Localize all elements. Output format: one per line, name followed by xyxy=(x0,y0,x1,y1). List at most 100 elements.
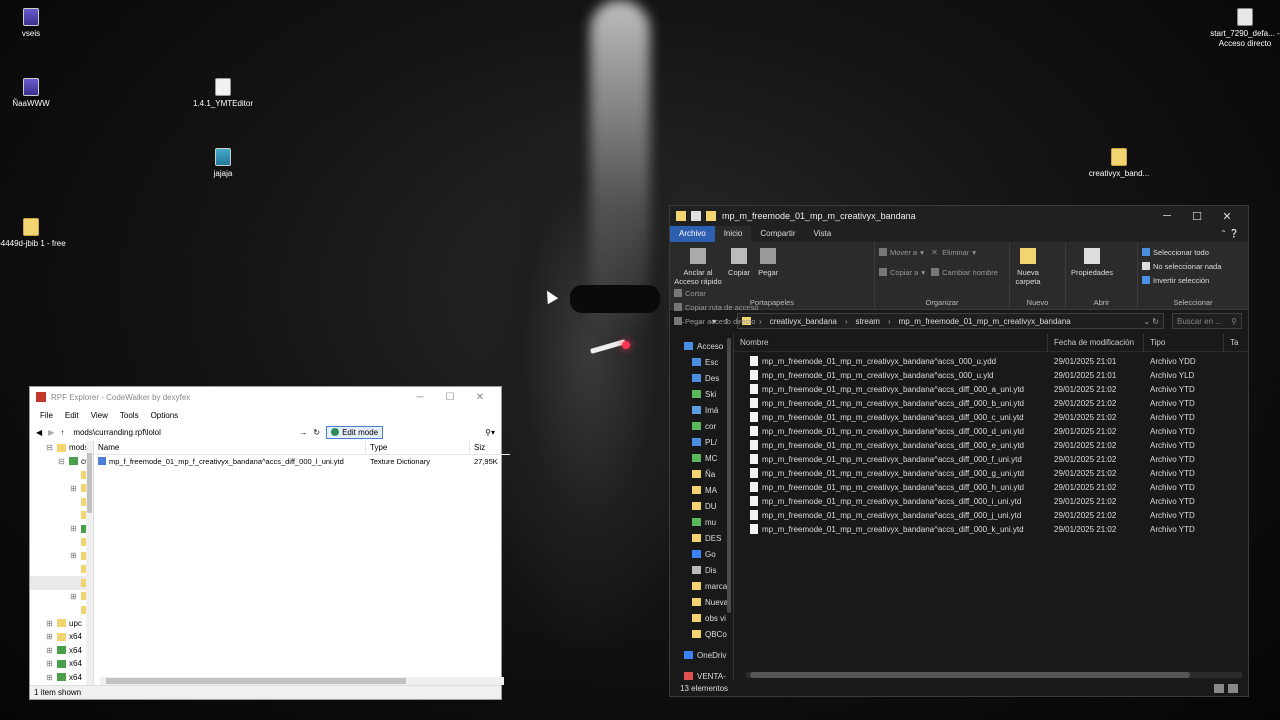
breadcrumb-segment[interactable]: mp_m_freemode_01_mp_m_creativyx_bandana xyxy=(899,317,1071,326)
column-header-size[interactable]: Ta xyxy=(1224,334,1244,352)
nav-item[interactable]: Imá xyxy=(670,402,733,418)
file-explorer-window[interactable]: mp_m_freemode_01_mp_m_creativyx_bandana … xyxy=(669,205,1249,697)
desktop-icon[interactable]: ÑaaWWW xyxy=(0,78,66,109)
back-button[interactable]: ◀ xyxy=(36,428,42,437)
horizontal-scrollbar[interactable] xyxy=(100,677,504,685)
new-folder-button[interactable]: Nueva carpeta xyxy=(1014,245,1042,286)
menu-edit[interactable]: Edit xyxy=(59,411,85,420)
expand-toggle-icon[interactable]: ⊞ xyxy=(46,659,54,668)
tree-node[interactable] xyxy=(30,576,93,590)
refresh-icon[interactable]: ↻ xyxy=(313,428,320,437)
maximize-button[interactable]: ☐ xyxy=(435,392,465,403)
expand-toggle-icon[interactable]: ⊞ xyxy=(46,646,54,655)
minimize-button[interactable]: ─ xyxy=(405,392,435,403)
expand-toggle-icon[interactable]: ⊞ xyxy=(70,551,78,560)
expand-toggle-icon[interactable]: ⊞ xyxy=(70,484,78,493)
nav-item[interactable]: Go xyxy=(670,546,733,562)
tree-node[interactable]: ⊞ x64 xyxy=(30,644,93,658)
file-row[interactable]: mp_f_freemode_01_mp_f_creativyx_bandana^… xyxy=(94,455,510,467)
codewalker-window[interactable]: RPF Explorer - CodeWalker by dexyfex ─ ☐… xyxy=(29,386,510,700)
nav-item[interactable]: Ña xyxy=(670,466,733,482)
file-row[interactable]: mp_m_freemode_01_mp_m_creativyx_bandana^… xyxy=(734,466,1248,480)
navigation-scrollbar[interactable] xyxy=(727,338,731,613)
scrollbar-thumb[interactable] xyxy=(106,678,406,684)
details-view-icon[interactable] xyxy=(1214,683,1224,693)
menu-view[interactable]: View xyxy=(85,411,114,420)
column-header-type[interactable]: Type xyxy=(366,440,470,455)
tree-node[interactable]: ⊟ mods xyxy=(30,441,93,455)
nav-item[interactable]: QBCo xyxy=(670,626,733,642)
file-row[interactable]: mp_m_freemode_01_mp_m_creativyx_bandana^… xyxy=(734,522,1248,536)
nav-item[interactable]: Nueva xyxy=(670,594,733,610)
file-row[interactable]: mp_m_freemode_01_mp_m_creativyx_bandana^… xyxy=(734,494,1248,508)
tree-node[interactable]: ⊞ x64 xyxy=(30,657,93,671)
help-icon[interactable]: ⌃ ❔ xyxy=(1211,226,1248,242)
menu-options[interactable]: Options xyxy=(145,411,185,420)
desktop-icon[interactable]: 1.4.1_YMTEditor xyxy=(188,78,258,109)
file-row[interactable]: mp_m_freemode_01_mp_m_creativyx_bandana^… xyxy=(734,424,1248,438)
expand-toggle-icon[interactable]: ⊞ xyxy=(70,524,78,533)
menu-file[interactable]: File xyxy=(34,411,59,420)
column-header-type[interactable]: Tipo xyxy=(1144,333,1224,352)
nav-item[interactable]: Acceso xyxy=(670,338,733,354)
nav-item[interactable]: PL/ xyxy=(670,434,733,450)
nav-item[interactable]: cor xyxy=(670,418,733,434)
folder-tree[interactable]: ⊟mods⊟cur ⊞ ⊞ ⊞ ⊞ ⊞ upc ⊞ x64 ⊞ x64 ⊞ x64 ⊞ x64 xyxy=(30,441,94,685)
select-all-button[interactable]: Seleccionar todo xyxy=(1142,245,1244,259)
nav-item[interactable]: OneDriv xyxy=(670,647,733,663)
expand-toggle-icon[interactable]: ⊟ xyxy=(58,457,66,466)
nav-item[interactable]: DES xyxy=(670,530,733,546)
tab-inicio[interactable]: Inicio xyxy=(714,226,752,242)
tree-node[interactable] xyxy=(30,603,93,617)
tree-node[interactable] xyxy=(30,536,93,550)
properties-icon[interactable] xyxy=(691,211,701,221)
close-button[interactable]: ✕ xyxy=(1212,210,1242,223)
expand-toggle-icon[interactable]: ⊟ xyxy=(46,443,54,452)
tree-node[interactable] xyxy=(30,563,93,577)
tree-node[interactable]: ⊞ xyxy=(30,549,93,563)
search-icon[interactable]: ⚲▾ xyxy=(485,428,495,437)
file-row[interactable]: mp_m_freemode_01_mp_m_creativyx_bandana^… xyxy=(734,368,1248,382)
desktop-icon[interactable]: vseis xyxy=(0,8,66,39)
tree-node[interactable] xyxy=(30,509,93,523)
copy-to-button[interactable]: Copiar a ▾ xyxy=(879,265,925,279)
tab-compartir[interactable]: Compartir xyxy=(751,226,804,242)
file-list[interactable]: Nombre Fecha de modificación Tipo Ta mp_… xyxy=(734,333,1248,680)
new-folder-icon[interactable] xyxy=(706,211,716,221)
copy-button[interactable]: Copiar xyxy=(727,245,751,277)
column-header-date[interactable]: Fecha de modificación xyxy=(1048,333,1144,352)
address-dropdown-icon[interactable]: ⌄ ↻ xyxy=(1143,317,1159,326)
expand-toggle-icon[interactable]: ⊞ xyxy=(46,619,54,628)
tab-archivo[interactable]: Archivo xyxy=(670,226,715,242)
desktop-icon[interactable]: e4449d-jbib 1 - free xyxy=(0,218,66,249)
file-row[interactable]: mp_m_freemode_01_mp_m_creativyx_bandana^… xyxy=(734,410,1248,424)
rename-button[interactable]: Cambiar nombre xyxy=(931,265,998,279)
invert-selection-button[interactable]: Invertir selección xyxy=(1142,273,1244,287)
tree-node[interactable]: ⊞ x64 xyxy=(30,630,93,644)
close-button[interactable]: ✕ xyxy=(465,392,495,403)
large-icons-view-icon[interactable] xyxy=(1228,683,1238,693)
minimize-button[interactable]: ─ xyxy=(1152,210,1182,223)
column-header-name[interactable]: Nombre xyxy=(734,333,1048,352)
codewalker-titlebar[interactable]: RPF Explorer - CodeWalker by dexyfex ─ ☐… xyxy=(30,387,501,407)
tree-node[interactable]: ⊟cur xyxy=(30,455,93,469)
nav-item[interactable]: DU xyxy=(670,498,733,514)
breadcrumb-segment[interactable]: creativyx_bandana xyxy=(770,317,837,326)
search-input[interactable]: Buscar en ... ⚲ xyxy=(1172,313,1242,329)
nav-item[interactable]: mu xyxy=(670,514,733,530)
scrollbar-thumb[interactable] xyxy=(750,672,1190,678)
file-row[interactable]: mp_m_freemode_01_mp_m_creativyx_bandana^… xyxy=(734,452,1248,466)
desktop-icon[interactable]: creativyx_band... xyxy=(1084,148,1154,179)
nav-item[interactable]: Dis xyxy=(670,562,733,578)
menu-tools[interactable]: Tools xyxy=(114,411,145,420)
tree-node[interactable] xyxy=(30,495,93,509)
nav-item[interactable]: obs vi xyxy=(670,610,733,626)
nav-item[interactable]: Esc xyxy=(670,354,733,370)
horizontal-scrollbar[interactable] xyxy=(746,672,1242,678)
expand-toggle-icon[interactable]: ⊞ xyxy=(46,632,54,641)
file-row[interactable]: mp_m_freemode_01_mp_m_creativyx_bandana^… xyxy=(734,480,1248,494)
file-row[interactable]: mp_m_freemode_01_mp_m_creativyx_bandana^… xyxy=(734,354,1248,368)
desktop-icon[interactable]: start_7290_defa... - Acceso directo xyxy=(1210,8,1280,49)
properties-button[interactable]: Propiedades xyxy=(1070,245,1114,277)
desktop-icon[interactable]: jajaja xyxy=(188,148,258,179)
